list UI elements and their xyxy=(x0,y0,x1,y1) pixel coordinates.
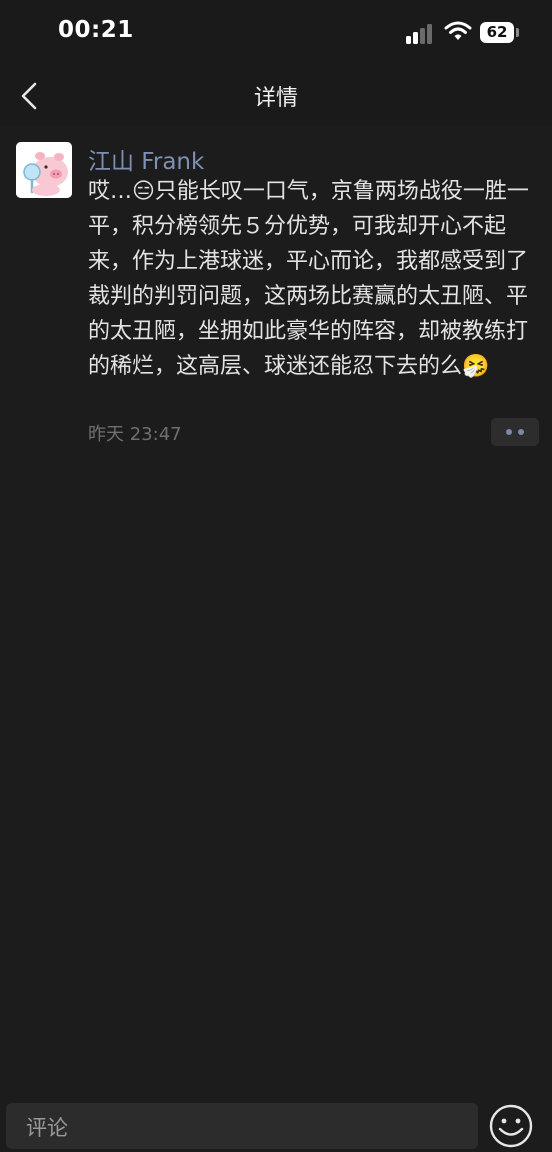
smiley-icon xyxy=(489,1104,533,1148)
signal-icon xyxy=(406,22,436,44)
status-time: 00:21 xyxy=(58,17,134,43)
more-dots-icon xyxy=(506,429,512,435)
comment-bar: 评论 xyxy=(0,1096,552,1149)
more-options-button[interactable] xyxy=(491,418,539,446)
pink-pig-avatar xyxy=(16,142,72,198)
page-title: 详情 xyxy=(253,86,298,111)
post-timestamp: 昨天 23:47 xyxy=(88,424,182,445)
post-content: 哎…😑只能长叹一口气，京鲁两场战役一胜一平，积分榜领先５分优势，可我却开心不起来… xyxy=(88,179,529,379)
comment-input[interactable]: 评论 xyxy=(6,1103,478,1149)
nav-bar: 详情 xyxy=(0,64,552,126)
author-name[interactable]: 江山 Frank xyxy=(88,142,204,176)
status-bar: 00:21 62 xyxy=(0,0,552,64)
battery-icon: 62 xyxy=(480,22,520,43)
emoji-button[interactable] xyxy=(489,1104,533,1148)
wifi-icon xyxy=(444,21,472,40)
comment-placeholder: 评论 xyxy=(26,1116,68,1140)
avatar[interactable] xyxy=(16,142,72,198)
battery-level: 62 xyxy=(480,22,514,43)
